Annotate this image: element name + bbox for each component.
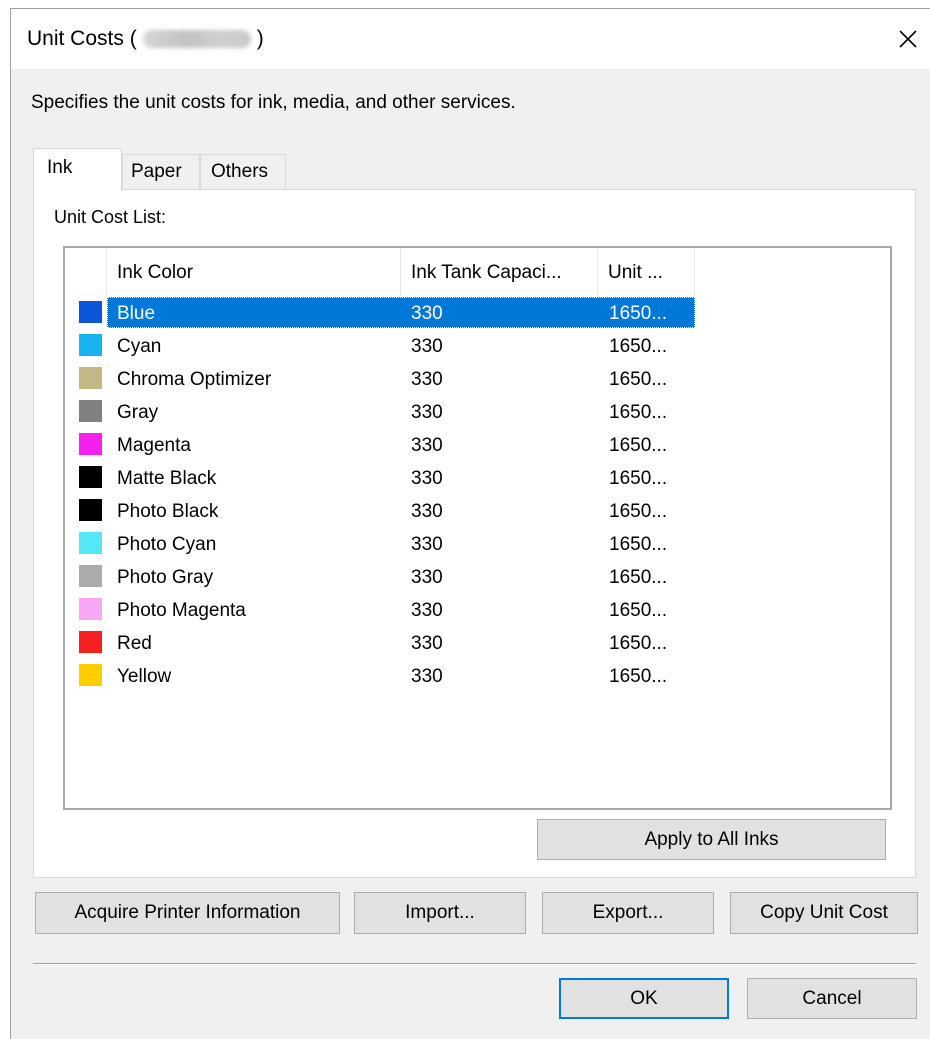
ink-color-cell: Photo Magenta xyxy=(117,600,246,621)
table-row[interactable]: Gray 330 1650... xyxy=(75,396,695,429)
color-swatch xyxy=(79,334,102,356)
close-icon xyxy=(899,30,917,48)
table-row[interactable]: Photo Black 330 1650... xyxy=(75,495,695,528)
capacity-cell: 330 xyxy=(411,303,443,324)
unit-cost-list-label: Unit Cost List: xyxy=(54,207,166,228)
table-row[interactable]: Cyan 330 1650... xyxy=(75,330,695,363)
ok-button[interactable]: OK xyxy=(559,978,729,1019)
import-button[interactable]: Import... xyxy=(354,892,526,934)
color-swatch xyxy=(79,433,102,455)
dialog-title: Unit Costs ( ) xyxy=(27,27,264,51)
unit-cell: 1650... xyxy=(609,402,668,423)
header-unit[interactable]: Unit ... xyxy=(598,248,695,297)
table-row[interactable]: Photo Gray 330 1650... xyxy=(75,561,695,594)
dialog-description: Specifies the unit costs for ink, media,… xyxy=(31,92,516,113)
capacity-cell: 330 xyxy=(411,369,443,390)
cancel-button[interactable]: Cancel xyxy=(747,978,917,1019)
color-swatch xyxy=(79,598,102,620)
unit-cell: 1650... xyxy=(609,534,668,555)
capacity-cell: 330 xyxy=(411,402,443,423)
table-row[interactable]: Chroma Optimizer 330 1650... xyxy=(75,363,695,396)
unit-cell: 1650... xyxy=(609,435,668,456)
capacity-cell: 330 xyxy=(411,534,443,555)
unit-cell: 1650... xyxy=(609,666,668,687)
color-swatch xyxy=(79,499,102,521)
export-button[interactable]: Export... xyxy=(542,892,714,934)
header-ink-color[interactable]: Ink Color xyxy=(107,248,401,297)
unit-cell: 1650... xyxy=(609,567,668,588)
unit-costs-dialog: Unit Costs ( ) Specifies the unit costs … xyxy=(10,8,930,1039)
selection-highlight xyxy=(107,297,695,328)
table-row[interactable]: Red 330 1650... xyxy=(75,627,695,660)
color-swatch xyxy=(79,664,102,686)
ink-color-cell: Photo Cyan xyxy=(117,534,217,555)
color-swatch xyxy=(79,631,102,653)
color-swatch xyxy=(79,565,102,587)
tab-ink[interactable]: Ink xyxy=(33,148,122,191)
tab-paper[interactable]: Paper xyxy=(122,154,200,190)
ink-color-cell: Magenta xyxy=(117,435,191,456)
ink-tab-panel: Unit Cost List: Ink Color Ink Tank Capac… xyxy=(33,189,916,878)
unit-cell: 1650... xyxy=(609,501,668,522)
unit-cost-list-label-text: Unit Cost List: xyxy=(54,207,167,227)
table-row[interactable]: Matte Black 330 1650... xyxy=(75,462,695,495)
unit-cost-listview[interactable]: Ink Color Ink Tank Capaci... Unit ... Bl… xyxy=(63,246,892,810)
acquire-printer-information-button[interactable]: Acquire Printer Information xyxy=(35,892,340,934)
color-swatch xyxy=(79,532,102,554)
header-swatch-column xyxy=(65,248,107,297)
ink-color-cell: Matte Black xyxy=(117,468,217,489)
table-row[interactable]: Photo Cyan 330 1650... xyxy=(75,528,695,561)
capacity-cell: 330 xyxy=(411,435,443,456)
ink-color-cell: Photo Gray xyxy=(117,567,214,588)
capacity-cell: 330 xyxy=(411,633,443,654)
capacity-cell: 330 xyxy=(411,567,443,588)
title-prefix: Unit Costs ( xyxy=(27,27,137,50)
ink-color-cell: Photo Black xyxy=(117,501,219,522)
ink-color-cell: Gray xyxy=(117,402,159,423)
unit-cell: 1650... xyxy=(609,303,668,324)
copy-unit-cost-button[interactable]: Copy Unit Cost xyxy=(730,892,918,934)
footer-separator xyxy=(33,963,916,965)
capacity-cell: 330 xyxy=(411,501,443,522)
table-row[interactable]: Blue 330 1650... xyxy=(75,297,695,330)
title-bar: Unit Costs ( ) xyxy=(11,9,930,69)
close-button[interactable] xyxy=(890,21,926,57)
capacity-cell: 330 xyxy=(411,468,443,489)
table-row[interactable]: Yellow 330 1650... xyxy=(75,660,695,693)
color-swatch xyxy=(79,466,102,488)
unit-cell: 1650... xyxy=(609,369,668,390)
table-row[interactable]: Magenta 330 1650... xyxy=(75,429,695,462)
capacity-cell: 330 xyxy=(411,336,443,357)
capacity-cell: 330 xyxy=(411,600,443,621)
unit-cell: 1650... xyxy=(609,336,668,357)
color-swatch xyxy=(79,301,102,323)
color-swatch xyxy=(79,367,102,389)
ink-color-cell: Red xyxy=(117,633,152,654)
ink-color-cell: Yellow xyxy=(117,666,172,687)
color-swatch xyxy=(79,400,102,422)
capacity-cell: 330 xyxy=(411,666,443,687)
ink-color-cell: Cyan xyxy=(117,336,162,357)
redacted-printer-name xyxy=(142,30,251,48)
header-ink-tank-capacity[interactable]: Ink Tank Capaci... xyxy=(401,248,598,297)
unit-cell: 1650... xyxy=(609,633,668,654)
ink-color-cell: Blue xyxy=(117,303,156,324)
title-suffix: ) xyxy=(256,27,264,50)
unit-cell: 1650... xyxy=(609,600,668,621)
unit-cell: 1650... xyxy=(609,468,668,489)
tab-others[interactable]: Others xyxy=(200,154,286,190)
ink-color-cell: Chroma Optimizer xyxy=(117,369,272,390)
list-header: Ink Color Ink Tank Capaci... Unit ... xyxy=(65,248,695,297)
apply-to-all-inks-button[interactable]: Apply to All Inks xyxy=(537,819,886,860)
table-row[interactable]: Photo Magenta 330 1650... xyxy=(75,594,695,627)
